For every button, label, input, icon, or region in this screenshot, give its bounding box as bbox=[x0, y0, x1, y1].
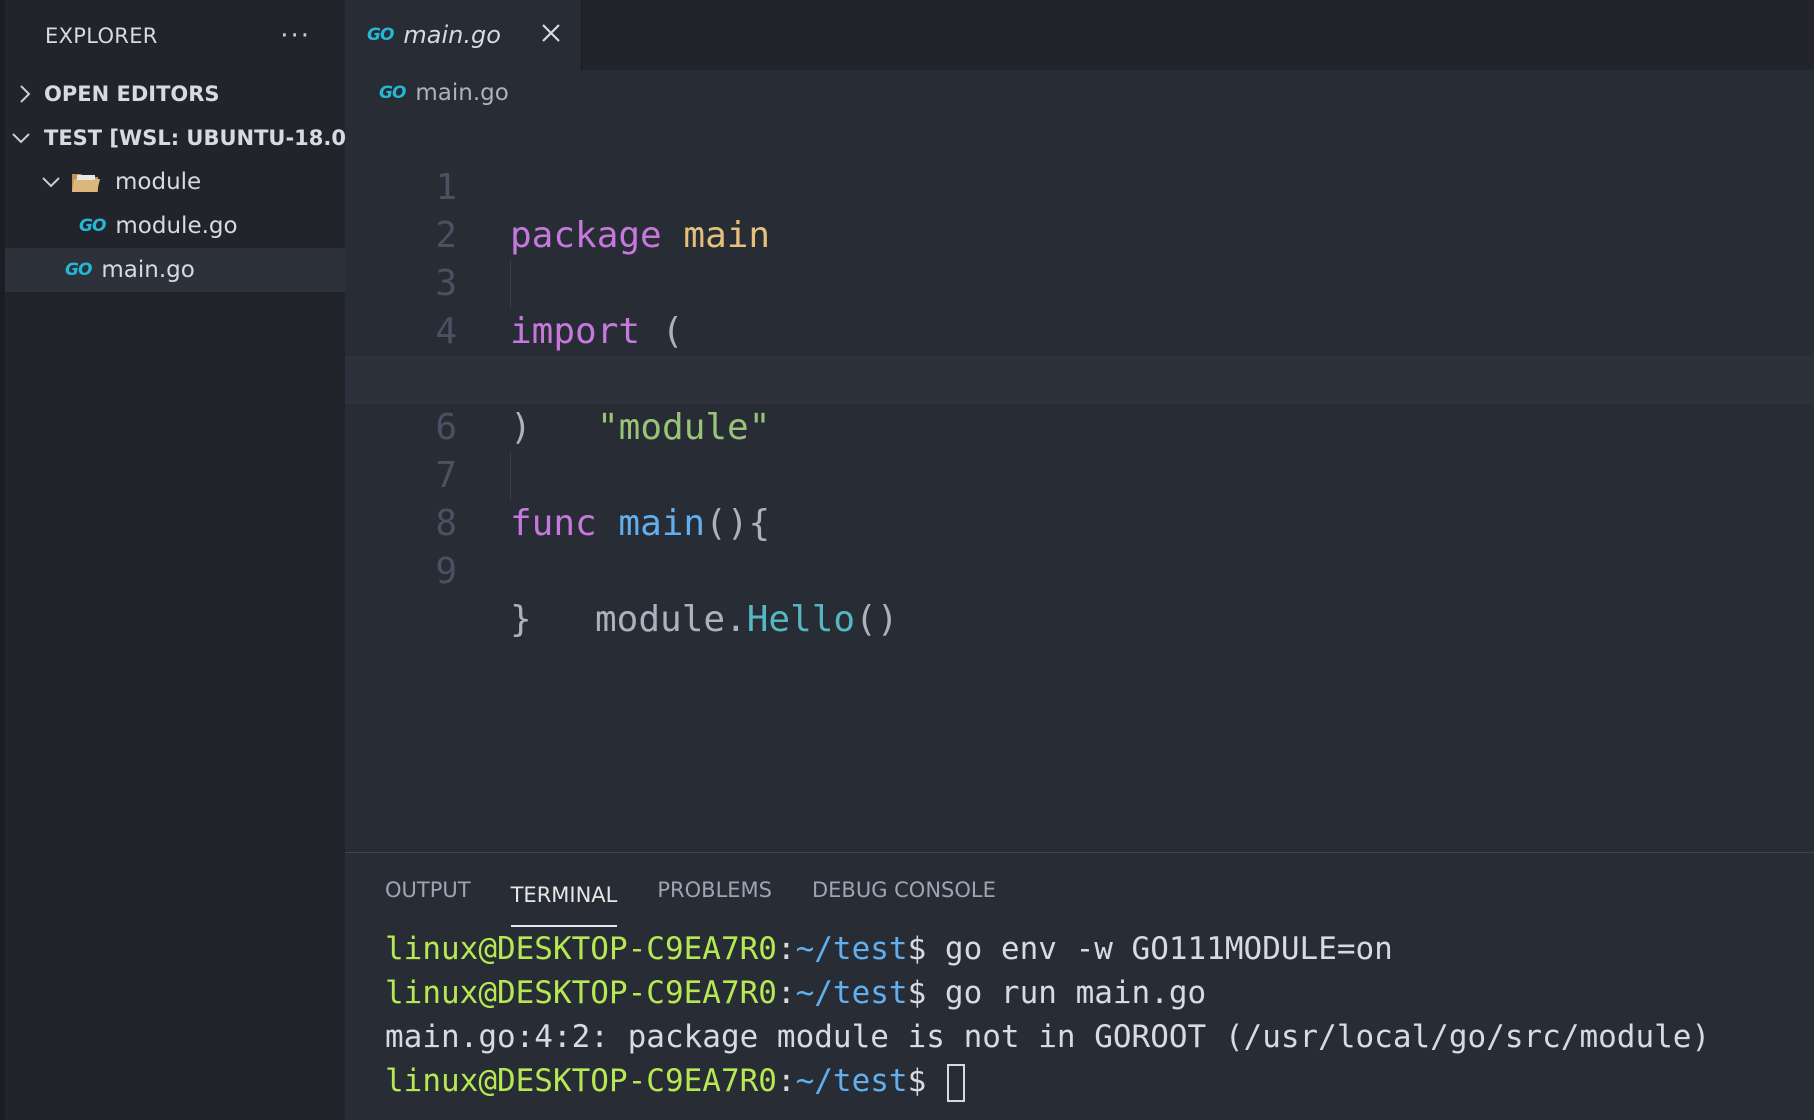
file-label: main.go bbox=[101, 257, 195, 283]
prompt-dollar: $ bbox=[907, 931, 945, 967]
method-name: Hello bbox=[746, 599, 856, 640]
tab-output[interactable]: OUTPUT bbox=[385, 853, 471, 927]
explorer-header: EXPLORER ··· bbox=[5, 0, 345, 72]
brace: } bbox=[510, 599, 532, 640]
tree-folder-module[interactable]: module bbox=[5, 160, 345, 204]
terminal-line: linux@DESKTOP-C9EA7R0:~/test$ go run mai… bbox=[385, 971, 1814, 1015]
go-file-icon: GO bbox=[367, 25, 394, 45]
prompt-user: linux@DESKTOP-C9EA7R0 bbox=[385, 975, 777, 1011]
code-line[interactable]: 4 "module" bbox=[345, 260, 1814, 448]
code-line[interactable]: 9 } bbox=[345, 500, 1814, 640]
terminal-cursor bbox=[946, 1063, 965, 1102]
code-line[interactable]: 3 import ( bbox=[345, 212, 1814, 352]
prompt-dollar: $ bbox=[907, 1063, 945, 1099]
code-line[interactable]: 7 func main(){ bbox=[345, 404, 1814, 544]
tab-bar: GO main.go bbox=[345, 0, 1814, 70]
tree-file-main-go[interactable]: GO main.go bbox=[5, 248, 345, 292]
folder-open-icon bbox=[71, 171, 101, 193]
tab-debug-console[interactable]: DEBUG CONSOLE bbox=[812, 853, 996, 927]
prompt-path: ~/test bbox=[795, 975, 908, 1011]
chevron-right-icon bbox=[15, 84, 35, 104]
prompt-colon: : bbox=[776, 931, 796, 967]
code-line[interactable]: 5 ) bbox=[345, 308, 1814, 448]
terminal-line: linux@DESKTOP-C9EA7R0:~/test$ go env -w … bbox=[385, 927, 1814, 971]
chevron-down-icon bbox=[41, 175, 61, 189]
prompt-colon: : bbox=[776, 1063, 796, 1099]
terminal-command: go env -w GO111MODULE=on bbox=[944, 931, 1393, 967]
go-file-icon: GO bbox=[379, 83, 406, 103]
breadcrumb-file: main.go bbox=[415, 80, 509, 106]
vscode-window: EXPLORER ··· OPEN EDITORS TEST [WSL: UBU… bbox=[0, 0, 1814, 1120]
open-editors-section[interactable]: OPEN EDITORS bbox=[5, 72, 345, 116]
indent-guide bbox=[510, 452, 511, 500]
line-number: 9 bbox=[435, 551, 457, 592]
workspace-label: TEST [WSL: UBUNTU-18.04] bbox=[44, 126, 371, 150]
folder-label: module bbox=[115, 169, 202, 195]
editor-area: GO main.go GO main.go 1 package main 2 3… bbox=[345, 0, 1814, 1120]
open-editors-label: OPEN EDITORS bbox=[44, 82, 220, 106]
terminal-command: go run main.go bbox=[944, 975, 1207, 1011]
code-line-current[interactable]: 6 bbox=[345, 356, 1814, 448]
tree-file-module-go[interactable]: GO module.go bbox=[5, 204, 345, 248]
terminal-error: main.go:4:2: package module is not in GO… bbox=[385, 1019, 1711, 1055]
panel-tabs: OUTPUT TERMINAL PROBLEMS DEBUG CONSOLE bbox=[345, 853, 1814, 927]
tab-main-go[interactable]: GO main.go bbox=[345, 0, 582, 70]
code-line[interactable]: 8 module.Hello() bbox=[345, 452, 1814, 640]
go-file-icon: GO bbox=[65, 260, 92, 280]
file-label: module.go bbox=[115, 213, 238, 239]
workspace-section[interactable]: TEST [WSL: UBUNTU-18.04] bbox=[5, 116, 370, 160]
prompt-user: linux@DESKTOP-C9EA7R0 bbox=[385, 931, 777, 967]
go-file-icon: GO bbox=[79, 216, 106, 236]
code-line[interactable]: 2 bbox=[345, 164, 1814, 256]
close-icon[interactable] bbox=[541, 22, 561, 48]
tab-terminal[interactable]: TERMINAL bbox=[510, 865, 618, 927]
code-editor[interactable]: 1 package main 2 3 import ( 4 "module" 5… bbox=[345, 116, 1814, 640]
more-actions-icon[interactable]: ··· bbox=[280, 21, 311, 51]
punctuation: () bbox=[855, 599, 899, 640]
prompt-path: ~/test bbox=[795, 1063, 908, 1099]
terminal-line[interactable]: linux@DESKTOP-C9EA7R0:~/test$ bbox=[385, 1059, 1814, 1103]
tab-label: main.go bbox=[403, 21, 501, 49]
indent-guide bbox=[510, 260, 511, 308]
prompt-user: linux@DESKTOP-C9EA7R0 bbox=[385, 1063, 777, 1099]
breadcrumb[interactable]: GO main.go bbox=[345, 70, 1814, 116]
terminal[interactable]: linux@DESKTOP-C9EA7R0:~/test$ go env -w … bbox=[345, 927, 1814, 1103]
bottom-panel: OUTPUT TERMINAL PROBLEMS DEBUG CONSOLE l… bbox=[345, 852, 1814, 1120]
identifier: module. bbox=[595, 599, 747, 640]
tab-problems[interactable]: PROBLEMS bbox=[657, 853, 772, 927]
prompt-dollar: $ bbox=[907, 975, 945, 1011]
prompt-colon: : bbox=[776, 975, 796, 1011]
prompt-path: ~/test bbox=[795, 931, 908, 967]
explorer-sidebar: EXPLORER ··· OPEN EDITORS TEST [WSL: UBU… bbox=[0, 0, 370, 1120]
code-line[interactable]: 1 package main bbox=[345, 116, 1814, 256]
chevron-down-icon bbox=[11, 131, 31, 145]
explorer-title: EXPLORER bbox=[45, 24, 158, 48]
